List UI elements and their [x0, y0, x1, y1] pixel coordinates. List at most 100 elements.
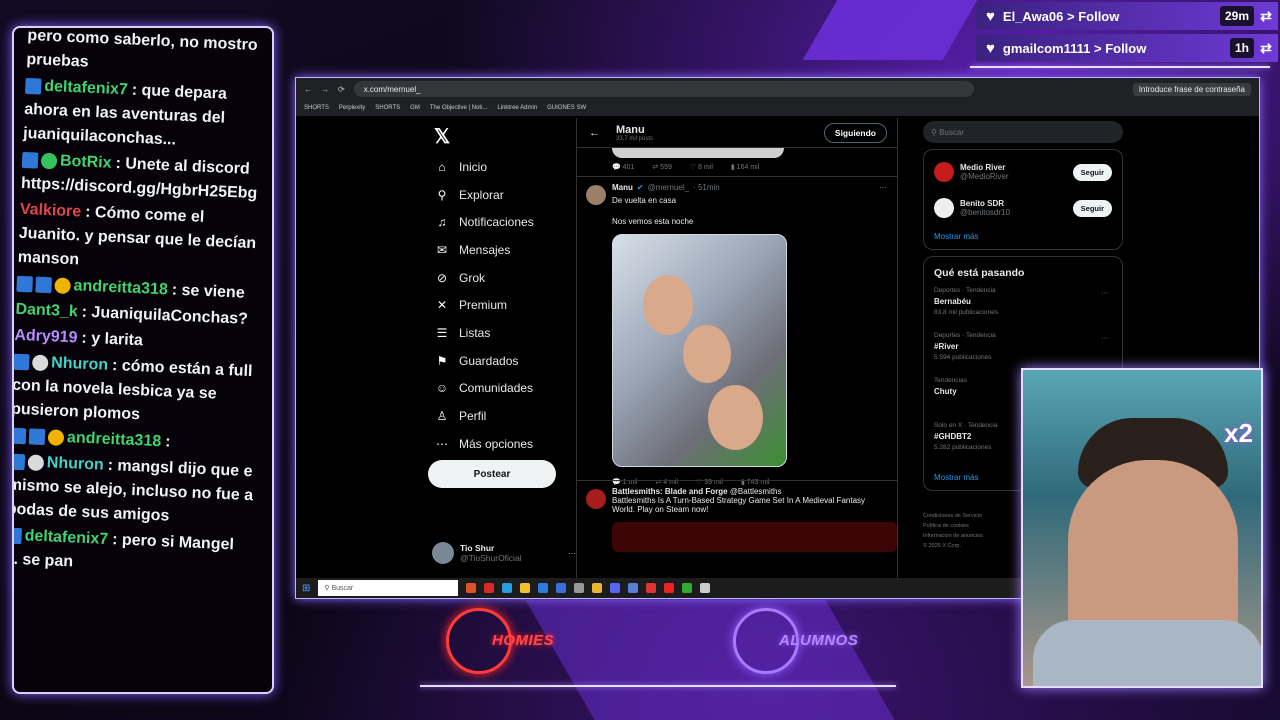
chat-username[interactable]: andreitta318	[73, 277, 168, 298]
decor-line	[420, 685, 896, 687]
nav-item-listas[interactable]: ☰ Listas	[434, 319, 574, 347]
bookmark-item[interactable]: GUIONES SW	[547, 105, 586, 111]
tweet-handle[interactable]: @Battlesmiths	[730, 487, 782, 496]
avatar	[432, 542, 454, 564]
chat-username[interactable]: Valkiore	[20, 201, 82, 221]
nav-item-premium[interactable]: ✕ Premium	[434, 291, 574, 319]
bookmark-item[interactable]: GM	[410, 105, 420, 111]
chat-username[interactable]: Adry919	[14, 327, 78, 347]
password-prompt[interactable]: Introduce frase de contraseña	[1132, 82, 1251, 96]
edge-icon[interactable]	[502, 583, 513, 593]
chrome-icon[interactable]	[592, 583, 603, 593]
address-bar[interactable]: x.com/mernuel_	[353, 81, 974, 97]
back-arrow-icon[interactable]: ←	[589, 127, 600, 139]
bookmark-item[interactable]: SHORTS	[304, 105, 329, 111]
bookmark-item[interactable]: SHORTS	[375, 105, 400, 111]
chat-username[interactable]: deltafenix7	[24, 527, 108, 548]
promoted-tweet[interactable]: Battlesmiths: Blade and Forge @Battlesmi…	[577, 480, 897, 560]
nav-item-más-opciones[interactable]: ⋯ Más opciones	[434, 430, 574, 458]
nav-item-comunidades[interactable]: ☺ Comunidades	[434, 375, 574, 403]
post-button[interactable]: Postear	[428, 460, 556, 488]
opera-icon[interactable]	[484, 583, 495, 593]
pokeball-icon[interactable]	[664, 583, 675, 593]
app-icon[interactable]	[628, 583, 639, 593]
heart-icon: ♥	[986, 39, 995, 57]
nav-item-label: Más opciones	[459, 436, 534, 451]
bookmark-icon: ⚑	[436, 353, 448, 368]
avatar[interactable]	[586, 185, 606, 205]
who-to-follow: Medio River @MedioRiver Seguir Benito SDR…	[923, 149, 1123, 250]
bookmark-item[interactable]: Perplexity	[339, 105, 365, 111]
reply-count[interactable]: 💬 401	[612, 163, 634, 171]
nav-item-perfil[interactable]: ♙ Perfil	[434, 402, 574, 430]
chat-username[interactable]: andreitta318	[67, 429, 162, 450]
discord-icon[interactable]	[610, 583, 621, 593]
follow-button[interactable]: Seguir	[1072, 199, 1112, 217]
bookmarks-bar: SHORTS Perplexity SHORTS GM The Objective | …	[296, 100, 1259, 116]
app-icon[interactable]	[646, 583, 657, 593]
photo-face	[643, 275, 693, 335]
avatar	[934, 162, 954, 182]
follow-alert: ♥ El_Awa06 > Follow 29m ⇄	[976, 2, 1278, 30]
tweet-author[interactable]: Battlesmiths: Blade and Forge	[612, 487, 728, 496]
nav-item-notificaciones[interactable]: ♫ Notificaciones	[434, 208, 574, 236]
suggested-account[interactable]: Medio River @MedioRiver Seguir	[934, 154, 1112, 190]
nav-item-guardados[interactable]: ⚑ Guardados	[434, 347, 574, 375]
app-icon[interactable]	[700, 583, 711, 593]
more-icon[interactable]: ⋯	[879, 183, 887, 192]
trend-item[interactable]: Deportes · Tendencia Bernabéu 83,8 mil pub…	[934, 287, 1112, 332]
more-icon[interactable]: ⋯	[1102, 334, 1109, 342]
chat-badge-icon	[31, 354, 49, 371]
show-more-link[interactable]: Mostrar más	[934, 226, 1112, 245]
nav-item-explorar[interactable]: ⚲ Explorar	[434, 181, 574, 209]
x-logo-icon[interactable]: 𝕏	[434, 124, 574, 149]
nav-item-grok[interactable]: ⊘ Grok	[434, 264, 574, 292]
chat-text: : se viene	[171, 281, 246, 302]
ad-banner[interactable]	[612, 522, 897, 552]
avatar[interactable]	[586, 489, 606, 509]
account-switcher[interactable]: Tio Shur @TioShurOficial ⋯	[432, 542, 576, 564]
app-icon[interactable]	[574, 583, 585, 593]
tweet-handle[interactable]: @mernuel_	[648, 183, 689, 192]
chat-username[interactable]: deltafenix7	[44, 78, 128, 99]
chat-username[interactable]: Dant3_k	[15, 301, 78, 321]
more-icon[interactable]: ⋯	[568, 548, 577, 559]
photo-face	[708, 385, 763, 450]
previous-post-media[interactable]	[612, 148, 784, 158]
tweet-photo[interactable]	[612, 234, 787, 467]
chat-username[interactable]: BotRix	[60, 153, 112, 172]
nav-item-mensajes[interactable]: ✉ Mensajes	[434, 236, 574, 264]
nav-list: ⌂ Inicio ⚲ Explorar ♫ Notificaciones ✉ Mensajes…	[434, 153, 574, 458]
bookmark-item[interactable]: Linktree Admin	[497, 105, 537, 111]
follow-button[interactable]: Seguir	[1072, 163, 1112, 181]
tweet-author[interactable]: Manu	[612, 183, 633, 192]
view-count[interactable]: ▮ 164 mil	[731, 163, 759, 171]
forward-icon[interactable]: →	[321, 85, 329, 94]
chat-username[interactable]: Nhuron	[51, 354, 109, 373]
nav-item-inicio[interactable]: ⌂ Inicio	[434, 153, 574, 181]
brave-icon[interactable]	[466, 583, 477, 593]
like-count[interactable]: ♡ 8 mil	[690, 163, 713, 171]
taskbar-search[interactable]: ⚲ Buscar	[318, 580, 459, 596]
bookmark-item[interactable]: The Objective | Noti...	[430, 105, 488, 111]
tweet[interactable]: Manu ✔ @mernuel_ · 51min ⋯ De vuelta en …	[577, 176, 897, 486]
folder-icon[interactable]	[520, 583, 531, 593]
app-icon[interactable]	[556, 583, 567, 593]
repeat-icon: ⇄	[1260, 7, 1272, 24]
trend-posts: 5.594 publicaciones	[934, 354, 992, 361]
windows-icon[interactable]: ⊞	[302, 583, 310, 594]
more-icon: ⋯	[436, 436, 448, 451]
chat-badge-icon	[14, 527, 23, 544]
reload-icon[interactable]: ⟳	[338, 85, 345, 94]
suggested-account[interactable]: Benito SDR @benitosdr10 Seguir	[934, 190, 1112, 226]
following-button[interactable]: Siguiendo	[823, 122, 887, 143]
chat-badge-icon	[21, 151, 39, 169]
chat-badge-icon	[14, 353, 30, 371]
chat-username[interactable]: Nhuron	[47, 454, 105, 473]
repost-count[interactable]: ⇄ 559	[652, 163, 672, 171]
more-icon[interactable]: ⋯	[1102, 289, 1109, 297]
store-icon[interactable]	[538, 583, 549, 593]
back-icon[interactable]: ←	[304, 85, 312, 94]
search-input[interactable]: ⚲ Buscar	[923, 121, 1123, 143]
app-icon[interactable]	[682, 583, 693, 593]
